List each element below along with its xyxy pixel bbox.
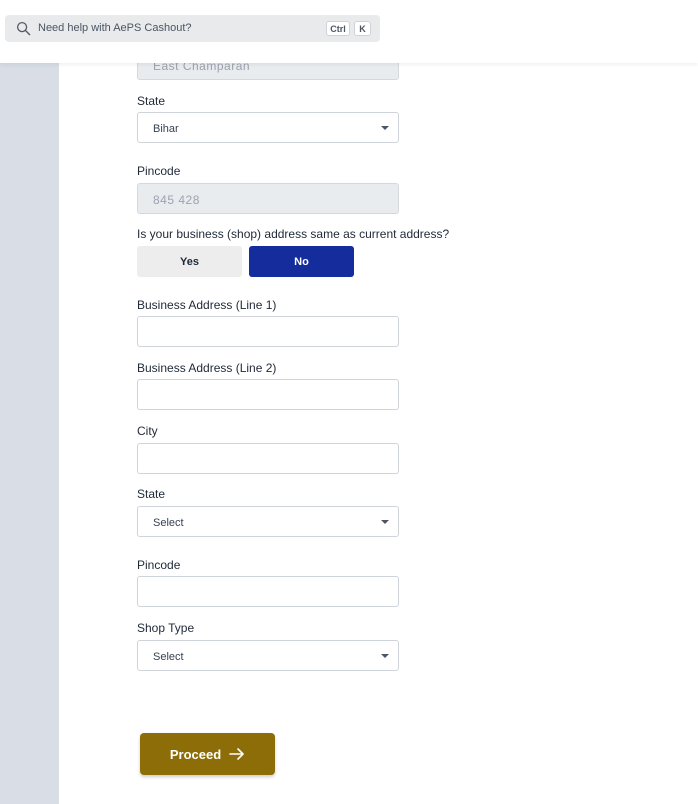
proceed-label: Proceed bbox=[169, 746, 222, 762]
top-bar: Need help with AePS Cashout? Ctrl K bbox=[0, 0, 698, 63]
state-select[interactable]: Bihar bbox=[137, 112, 399, 143]
search-placeholder: Need help with AePS Cashout? bbox=[38, 22, 192, 34]
business-state-label: State bbox=[137, 487, 166, 501]
pincode-label: Pincode bbox=[137, 164, 181, 178]
help-search-bar[interactable]: Need help with AePS Cashout? Ctrl K bbox=[5, 15, 380, 42]
pincode-field: 845 428 bbox=[137, 183, 399, 214]
pincode-value: 845 428 bbox=[153, 193, 200, 207]
state-select-value: Bihar bbox=[153, 123, 179, 135]
shop-type-label: Shop Type bbox=[137, 621, 195, 635]
search-icon bbox=[16, 21, 31, 36]
business-same-question: Is your business (shop) address same as … bbox=[137, 227, 450, 241]
caret-down-icon bbox=[381, 654, 389, 658]
business-line2-label: Business Address (Line 2) bbox=[137, 361, 277, 375]
proceed-button[interactable]: Proceed bbox=[140, 733, 275, 775]
business-state-select-value: Select bbox=[153, 517, 184, 529]
business-state-select[interactable]: Select bbox=[137, 506, 399, 537]
caret-down-icon bbox=[381, 520, 389, 524]
business-line1-label: Business Address (Line 1) bbox=[137, 298, 277, 312]
business-line1-input[interactable] bbox=[137, 316, 399, 347]
business-pincode-label: Pincode bbox=[137, 558, 181, 572]
shortcut-k-key: K bbox=[354, 21, 371, 36]
shop-type-select-value: Select bbox=[153, 651, 184, 663]
state-label: State bbox=[137, 94, 166, 108]
shortcut-ctrl-key: Ctrl bbox=[326, 21, 350, 36]
left-sidebar-rail bbox=[0, 0, 59, 804]
business-pincode-input[interactable] bbox=[137, 576, 399, 607]
arrow-right-icon bbox=[229, 748, 244, 760]
city-label: City bbox=[137, 424, 158, 438]
business-line2-input[interactable] bbox=[137, 379, 399, 410]
city-input[interactable] bbox=[137, 443, 399, 474]
yes-button[interactable]: Yes bbox=[137, 246, 242, 277]
no-button[interactable]: No bbox=[249, 246, 354, 277]
caret-down-icon bbox=[381, 126, 389, 130]
shop-type-select[interactable]: Select bbox=[137, 640, 399, 671]
